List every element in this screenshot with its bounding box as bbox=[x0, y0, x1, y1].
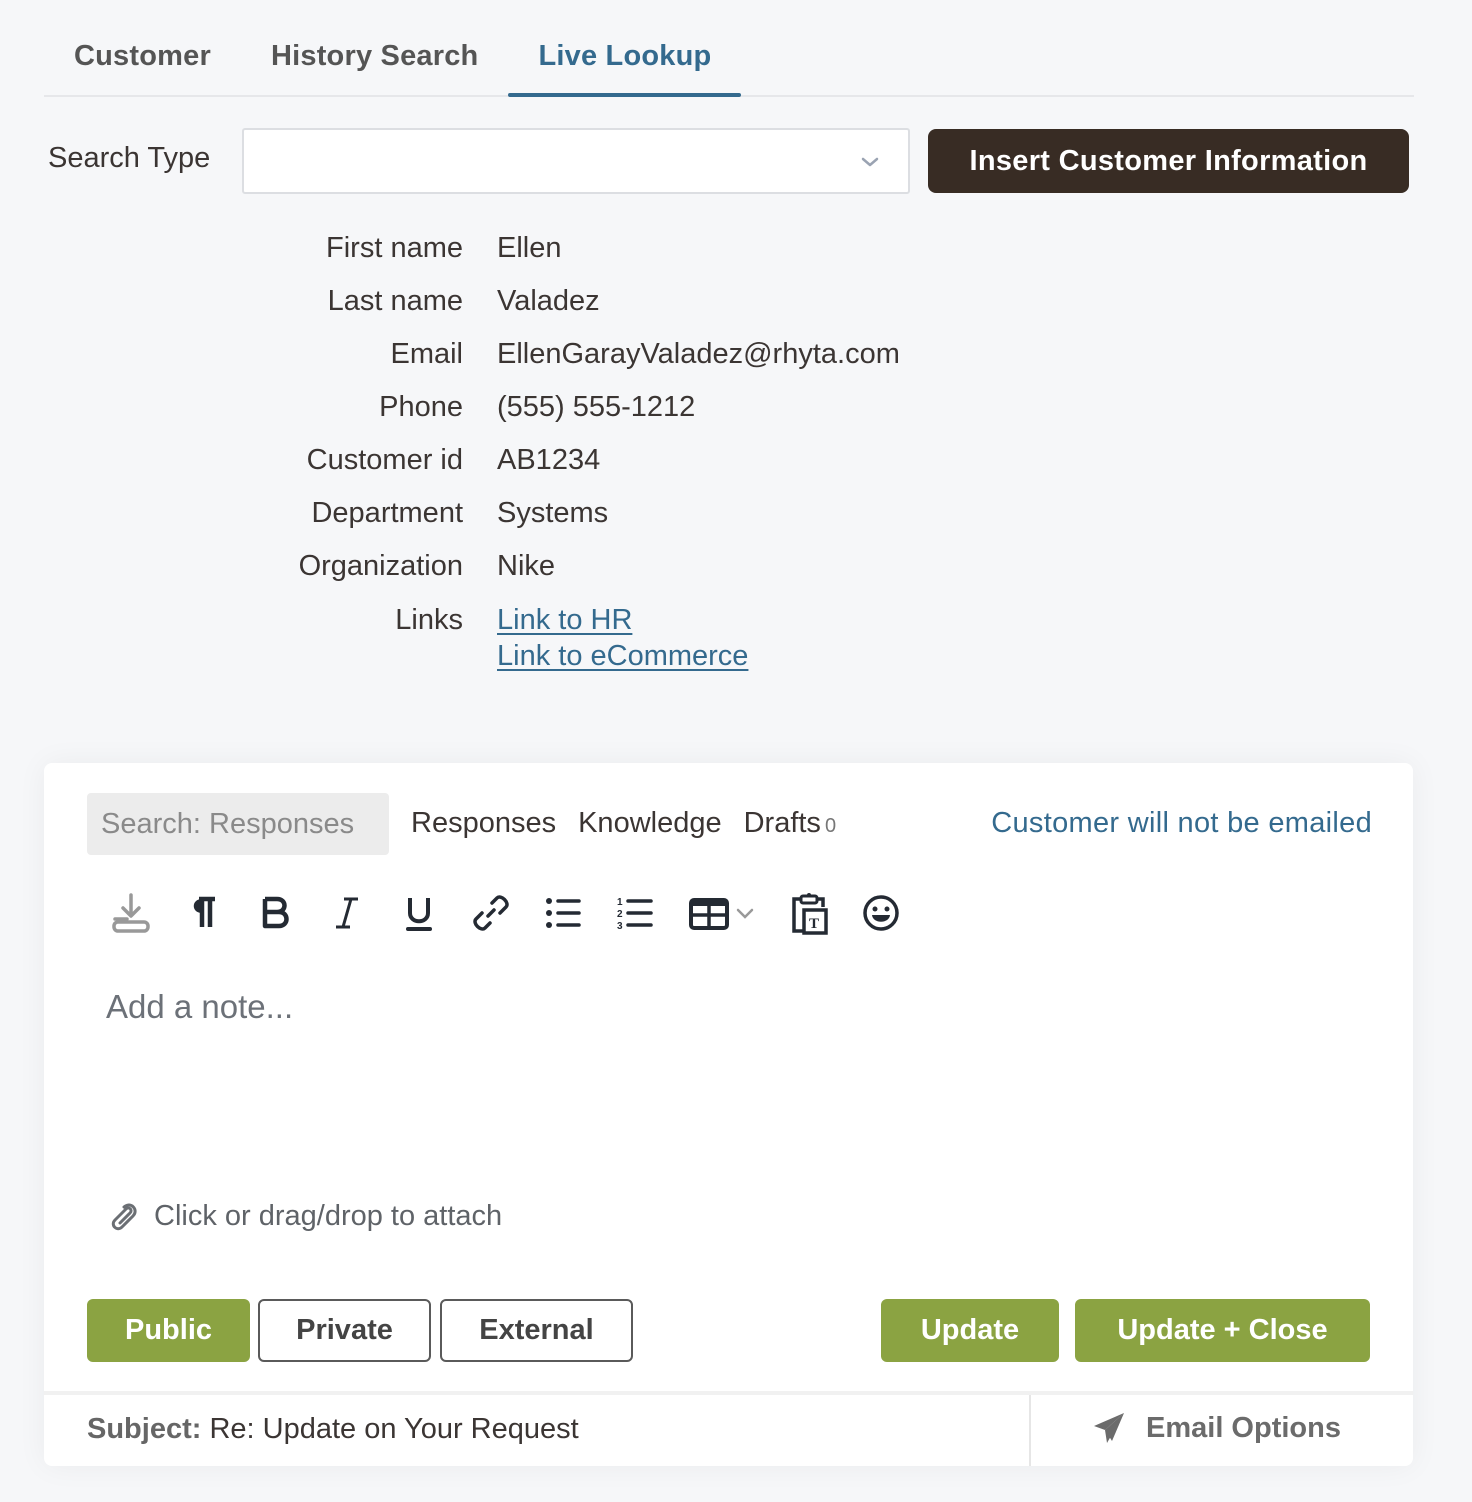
footer-divider bbox=[1029, 1395, 1031, 1466]
email-options-label: Email Options bbox=[1146, 1411, 1341, 1444]
field-label: Organization bbox=[298, 550, 463, 582]
bullet-list-icon bbox=[546, 898, 581, 928]
tab-live-lookup[interactable]: Live Lookup bbox=[508, 0, 742, 97]
info-row-customer-id: Customer id AB1234 bbox=[0, 434, 1000, 487]
editor-toolbar: 1 2 3 T bbox=[106, 888, 928, 938]
search-type-row: Search Type Insert Customer Information bbox=[48, 128, 1410, 194]
link-to-hr[interactable]: Link to HR bbox=[497, 602, 748, 638]
composer-footer: Subject: Re: Update on Your Request Emai… bbox=[44, 1391, 1413, 1466]
external-button[interactable]: External bbox=[440, 1299, 633, 1362]
email-options-button[interactable]: Email Options bbox=[1092, 1411, 1341, 1445]
field-value: EllenGarayValadez@rhyta.com bbox=[497, 338, 900, 370]
field-label: Customer id bbox=[306, 444, 463, 476]
numbered-list-icon: 1 2 3 bbox=[617, 897, 653, 932]
subject-label: Subject: bbox=[87, 1413, 202, 1445]
paste-text-button[interactable]: T bbox=[784, 888, 834, 938]
info-row-department: Department Systems bbox=[0, 487, 1000, 540]
field-value: Valadez bbox=[497, 285, 600, 317]
insert-button[interactable] bbox=[106, 888, 156, 938]
svg-text:1: 1 bbox=[617, 897, 623, 908]
link-icon bbox=[473, 895, 509, 931]
field-label: Department bbox=[311, 497, 463, 529]
field-value: Ellen bbox=[497, 232, 562, 264]
private-button[interactable]: Private bbox=[258, 1299, 431, 1362]
paperclip-icon bbox=[111, 1203, 137, 1231]
emoji-icon bbox=[863, 895, 899, 931]
tab-customer[interactable]: Customer bbox=[44, 0, 241, 95]
numbered-list-button[interactable]: 1 2 3 bbox=[610, 888, 660, 938]
drafts-tab[interactable]: Drafts 0 bbox=[744, 807, 836, 840]
table-button[interactable] bbox=[682, 888, 762, 938]
responses-tab[interactable]: Responses bbox=[411, 807, 556, 840]
svg-text:T: T bbox=[809, 916, 819, 932]
update-close-button[interactable]: Update + Close bbox=[1075, 1299, 1370, 1362]
insert-customer-information-button[interactable]: Insert Customer Information bbox=[928, 129, 1409, 193]
bold-button[interactable] bbox=[250, 888, 300, 938]
bold-icon bbox=[262, 896, 289, 929]
field-label: Email bbox=[390, 338, 463, 370]
field-label: Links bbox=[395, 604, 463, 636]
update-button[interactable]: Update bbox=[881, 1299, 1059, 1362]
bullet-list-button[interactable] bbox=[538, 888, 588, 938]
email-status-link[interactable]: Customer will not be emailed bbox=[991, 807, 1372, 840]
public-button[interactable]: Public bbox=[87, 1299, 250, 1362]
paragraph-icon bbox=[193, 896, 215, 927]
responses-search-input[interactable] bbox=[87, 793, 389, 855]
links-list: Link to HR Link to eCommerce bbox=[497, 602, 748, 674]
send-icon bbox=[1094, 1413, 1124, 1443]
field-label: Phone bbox=[379, 391, 463, 423]
field-value: (555) 555-1212 bbox=[497, 391, 696, 423]
knowledge-tab[interactable]: Knowledge bbox=[578, 807, 722, 840]
info-row-email: Email EllenGarayValadez@rhyta.com bbox=[0, 328, 1000, 381]
link-to-ecommerce[interactable]: Link to eCommerce bbox=[497, 638, 748, 674]
info-row-organization: Organization Nike bbox=[0, 540, 1000, 593]
composer-header: Responses Knowledge Drafts0 Customer wil… bbox=[87, 793, 1372, 855]
chevron-down-icon bbox=[861, 157, 879, 167]
underline-icon bbox=[406, 898, 432, 931]
search-type-select[interactable] bbox=[242, 128, 910, 194]
svg-text:2: 2 bbox=[617, 909, 623, 920]
field-value: Systems bbox=[497, 497, 609, 529]
underline-button[interactable] bbox=[394, 888, 444, 938]
insert-icon bbox=[112, 893, 150, 933]
info-row-first-name: First name Ellen bbox=[0, 222, 1000, 275]
note-textarea[interactable] bbox=[106, 988, 1346, 1168]
subject-line[interactable]: Subject: Re: Update on Your Request bbox=[87, 1413, 579, 1446]
reply-composer: Responses Knowledge Drafts0 Customer wil… bbox=[44, 763, 1413, 1466]
emoji-button[interactable] bbox=[856, 888, 906, 938]
tab-bar: Customer History Search Live Lookup bbox=[44, 0, 1414, 97]
composer-tabs: Responses Knowledge Drafts 0 bbox=[411, 807, 836, 840]
svg-text:3: 3 bbox=[617, 921, 623, 932]
info-row-phone: Phone (555) 555-1212 bbox=[0, 381, 1000, 434]
page: Customer History Search Live Lookup Sear… bbox=[0, 0, 1472, 1502]
italic-button[interactable] bbox=[322, 888, 372, 938]
attach-label: Click or drag/drop to attach bbox=[154, 1199, 503, 1232]
subject-value: Re: Update on Your Request bbox=[209, 1413, 579, 1445]
tab-history-search[interactable]: History Search bbox=[241, 0, 509, 95]
field-value: Nike bbox=[497, 550, 556, 582]
search-type-label: Search Type bbox=[48, 142, 211, 174]
paragraph-button[interactable] bbox=[178, 888, 228, 938]
link-button[interactable] bbox=[466, 888, 516, 938]
italic-icon bbox=[336, 897, 358, 929]
field-value: AB1234 bbox=[497, 444, 601, 476]
customer-info: First name Ellen Last name Valadez Email… bbox=[0, 222, 1000, 674]
chevron-down-icon bbox=[736, 908, 754, 919]
drafts-count: 0 bbox=[824, 815, 837, 837]
info-row-links: Links Link to HR Link to eCommerce bbox=[0, 593, 1000, 674]
attach-dropzone[interactable]: Click or drag/drop to attach bbox=[106, 1199, 502, 1233]
table-icon bbox=[689, 898, 729, 930]
info-row-last-name: Last name Valadez bbox=[0, 275, 1000, 328]
drafts-label: Drafts bbox=[743, 807, 821, 839]
paste-text-icon: T bbox=[792, 893, 828, 935]
field-label: First name bbox=[326, 232, 463, 264]
field-label: Last name bbox=[327, 285, 463, 317]
